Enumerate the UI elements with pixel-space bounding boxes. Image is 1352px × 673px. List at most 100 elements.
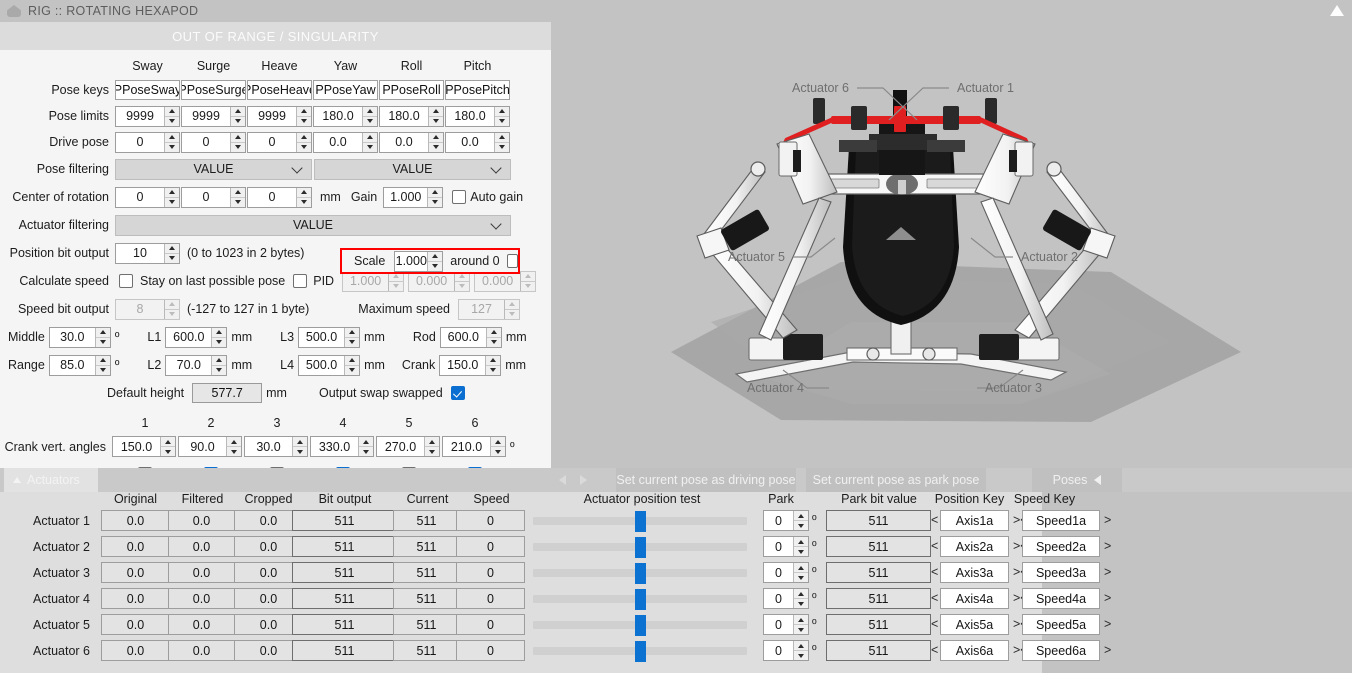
spin-down-icon[interactable] <box>165 142 179 152</box>
spinner-buttons[interactable] <box>388 271 404 291</box>
spin-down-icon[interactable] <box>297 197 311 207</box>
spinner-buttons[interactable] <box>164 187 179 207</box>
position-key-input[interactable]: Axis3a <box>940 562 1009 583</box>
spin-down-icon[interactable] <box>429 116 443 126</box>
pose-key-yaw-input[interactable]: PPoseYaw <box>313 80 378 100</box>
spin-down-icon[interactable] <box>491 447 505 456</box>
spin-down-icon[interactable] <box>486 337 501 347</box>
drive-pose-yaw-spinner[interactable]: 0.0 <box>313 131 378 153</box>
speed-key-input[interactable]: Speed5a <box>1022 614 1100 635</box>
spinner-buttons[interactable] <box>362 106 377 126</box>
spinner-buttons[interactable] <box>230 132 245 152</box>
spinner-buttons[interactable] <box>494 106 509 126</box>
spinner-buttons[interactable] <box>344 327 360 347</box>
spinner-buttons[interactable] <box>520 271 536 291</box>
prev-pose-button[interactable] <box>554 472 570 487</box>
pose-filtering-right-select[interactable]: VALUE <box>314 158 511 180</box>
spinner-buttons[interactable] <box>793 537 808 556</box>
speed-key-next-button[interactable]: > <box>1104 591 1111 605</box>
slider-thumb[interactable] <box>635 537 646 558</box>
spin-up-icon[interactable] <box>95 355 110 366</box>
position-key-prev-button[interactable]: < <box>931 565 938 579</box>
spin-down-icon[interactable] <box>455 281 470 291</box>
spinner-buttons[interactable] <box>211 355 227 375</box>
spin-down-icon[interactable] <box>161 447 175 456</box>
spin-up-icon[interactable] <box>495 132 509 143</box>
spin-up-icon[interactable] <box>165 187 179 198</box>
spin-down-icon[interactable] <box>345 337 360 347</box>
speed-key-input[interactable]: Speed2a <box>1022 536 1100 557</box>
spinner-buttons[interactable] <box>160 437 175 456</box>
position-key-input[interactable]: Axis6a <box>940 640 1009 661</box>
spin-down-icon[interactable] <box>227 447 241 456</box>
gain-spinner[interactable]: 1.000 <box>383 186 444 208</box>
spin-up-icon[interactable] <box>297 132 311 143</box>
scale-spinner[interactable]: 1.000 <box>394 250 444 272</box>
drive-pose-sway-spinner[interactable]: 0 <box>115 131 180 153</box>
crank-angle-3-spinner[interactable]: 30.0 <box>244 436 308 457</box>
spin-up-icon[interactable] <box>231 132 245 143</box>
spin-up-icon[interactable] <box>794 641 808 651</box>
set-park-pose-button[interactable]: Set current pose as park pose <box>806 468 986 492</box>
spin-down-icon[interactable] <box>212 365 227 375</box>
middle-spinner[interactable]: 30.0 <box>48 326 111 348</box>
pid-checkbox[interactable] <box>293 274 308 288</box>
position-key-input[interactable]: Axis4a <box>940 588 1009 609</box>
slider-thumb[interactable] <box>635 589 646 610</box>
spin-down-icon[interactable] <box>428 261 443 271</box>
spin-down-icon[interactable] <box>293 447 307 456</box>
park-spinner[interactable]: 0 <box>763 640 809 661</box>
spin-down-icon[interactable] <box>363 142 377 152</box>
spinner-buttons[interactable] <box>164 106 179 126</box>
park-spinner[interactable]: 0 <box>763 510 809 531</box>
spin-up-icon[interactable] <box>491 437 505 447</box>
spin-down-icon[interactable] <box>429 142 443 152</box>
spinner-buttons[interactable] <box>424 437 439 456</box>
spinner-buttons[interactable] <box>793 615 808 634</box>
spinner-buttons[interactable] <box>211 327 227 347</box>
slider-thumb[interactable] <box>635 641 646 662</box>
triangle-up-icon[interactable] <box>1330 5 1344 16</box>
spin-up-icon[interactable] <box>794 537 808 547</box>
spin-up-icon[interactable] <box>521 271 536 282</box>
spinner-buttons[interactable] <box>230 187 245 207</box>
spin-down-icon[interactable] <box>425 447 439 456</box>
actuator-position-slider[interactable] <box>533 589 747 610</box>
actuator-position-slider[interactable] <box>533 537 747 558</box>
spin-up-icon[interactable] <box>486 327 501 338</box>
spin-up-icon[interactable] <box>212 355 227 366</box>
spin-up-icon[interactable] <box>231 106 245 117</box>
spin-up-icon[interactable] <box>363 132 377 143</box>
spin-up-icon[interactable] <box>345 355 360 366</box>
spinner-buttons[interactable] <box>296 132 311 152</box>
crank-angle-2-spinner[interactable]: 90.0 <box>178 436 242 457</box>
spin-up-icon[interactable] <box>161 437 175 447</box>
actuator-position-slider[interactable] <box>533 511 747 532</box>
spin-up-icon[interactable] <box>429 132 443 143</box>
spin-up-icon[interactable] <box>227 437 241 447</box>
park-spinner[interactable]: 0 <box>763 562 809 583</box>
speed-key-next-button[interactable]: > <box>1104 617 1111 631</box>
spin-down-icon[interactable] <box>165 309 179 319</box>
spin-down-icon[interactable] <box>521 281 536 291</box>
spin-down-icon[interactable] <box>794 521 808 530</box>
spin-down-icon[interactable] <box>297 142 311 152</box>
spin-down-icon[interactable] <box>495 142 509 152</box>
l3-spinner[interactable]: 500.0 <box>298 326 361 348</box>
cor-y-spinner[interactable]: 0 <box>181 186 246 208</box>
spinner-buttons[interactable] <box>494 132 509 152</box>
spin-up-icon[interactable] <box>794 563 808 573</box>
spinner-buttons[interactable] <box>793 511 808 530</box>
spin-up-icon[interactable] <box>794 615 808 625</box>
spin-down-icon[interactable] <box>231 197 245 207</box>
spin-down-icon[interactable] <box>359 447 373 456</box>
position-bit-output-spinner[interactable]: 10 <box>115 242 180 264</box>
spinner-buttons[interactable] <box>296 187 311 207</box>
pose-limit-roll-spinner[interactable]: 180.0 <box>379 105 444 127</box>
spin-up-icon[interactable] <box>95 327 110 338</box>
speed-key-input[interactable]: Speed3a <box>1022 562 1100 583</box>
spinner-buttons[interactable] <box>428 132 443 152</box>
spinner-buttons[interactable] <box>485 327 501 347</box>
spin-up-icon[interactable] <box>794 511 808 521</box>
spin-down-icon[interactable] <box>794 651 808 660</box>
